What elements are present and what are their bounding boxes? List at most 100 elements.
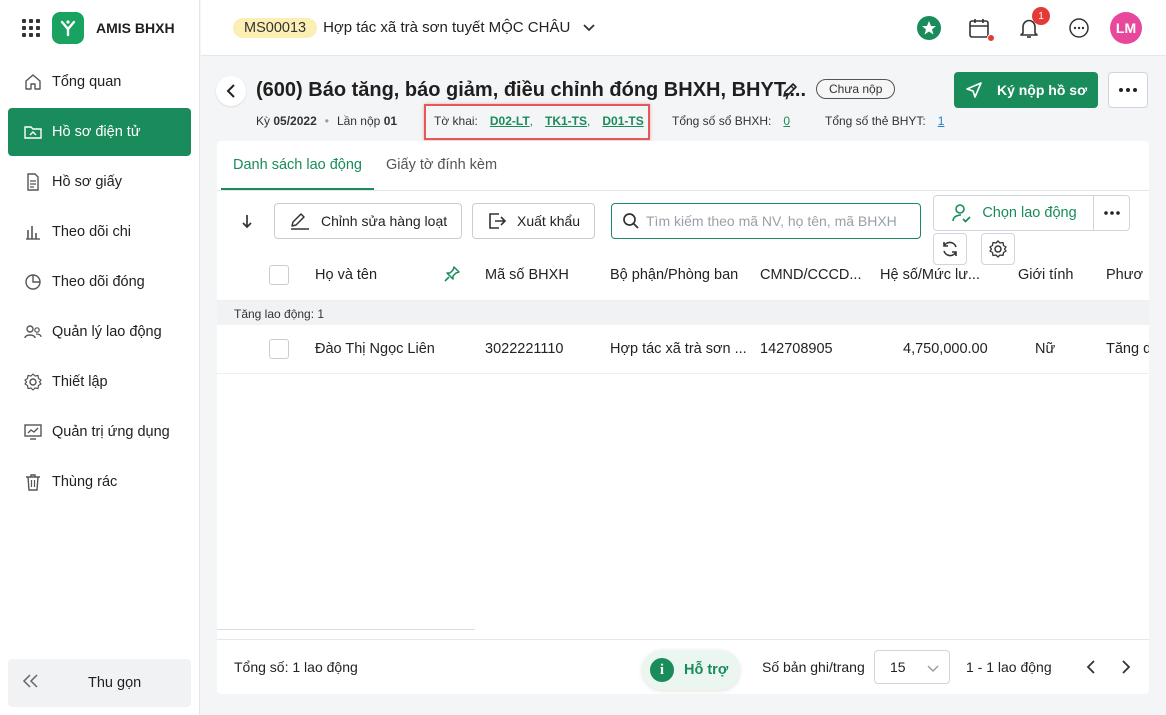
trash-icon [22,471,44,493]
sidebar-item-quan-tri-ung-dung[interactable]: Quản trị ứng dụng [8,408,191,456]
sidebar-item-label: Theo dõi đóng [52,274,145,290]
sidebar-item-theo-doi-dong[interactable]: Theo dõi đóng [8,258,191,306]
tab-bar: Danh sách lao động Giấy tờ đính kèm [217,141,1149,191]
export-button[interactable]: Xuất khẩu [472,203,596,239]
app-grid-icon[interactable] [22,19,40,37]
column-header-method[interactable]: Phươ [1106,267,1149,283]
user-check-icon [952,204,971,223]
bell-icon[interactable]: 1 [1016,7,1050,41]
group-row[interactable]: Tăng lao động: 1 [217,301,1149,325]
period-value: 05/2022 [273,114,317,128]
pie-chart-icon [22,271,44,293]
cell-name: Đào Thị Ngọc Liên [315,341,435,357]
total-count: Tổng số: 1 lao động [234,659,358,675]
tokhai-link[interactable]: D02-LT [490,114,530,128]
page-title: (600) Báo tăng, báo giảm, điều chỉnh đón… [256,79,807,101]
sidebar-item-label: Quản trị ứng dụng [52,424,170,440]
bhyt-count-label: Tổng số thẻ BHYT: [825,114,926,128]
top-bar: MS00013 Hợp tác xã trà sơn tuyết MỘC CHÂ… [201,0,1166,56]
column-header-salary[interactable]: Hệ số/Mức lư... [880,267,980,283]
row-checkbox[interactable] [269,339,289,359]
select-all-checkbox[interactable] [269,265,289,285]
collapse-label: Thu gọn [88,675,142,691]
table-row[interactable]: Đào Thị Ngọc Liên 3022221110 Hợp tác xã … [217,325,1149,374]
sidebar-item-quan-ly-lao-dong[interactable]: Quản lý lao động [8,308,191,356]
sidebar-item-tong-quan[interactable]: Tổng quan [8,58,191,106]
calendar-alert-dot [987,34,995,42]
horizontal-scrollbar[interactable] [217,629,475,630]
cell-id-number: 142708905 [760,341,833,357]
sidebar-item-theo-doi-chi[interactable]: Theo dõi chi [8,208,191,256]
column-header-name[interactable]: Họ và tên [315,267,377,283]
app-logo-icon [52,12,84,44]
chevron-down-icon [927,660,939,676]
app-name: AMIS BHXH [96,20,175,36]
sidebar-item-label: Hồ sơ điện tử [52,124,141,140]
tokhai-label: Tờ khai: [434,114,478,128]
sign-submit-button[interactable]: Ký nộp hồ sơ [954,72,1098,108]
sort-arrow-icon[interactable] [239,213,255,234]
sidebar-item-label: Thiết lập [52,374,108,390]
cell-gender: Nữ [1035,341,1056,357]
tokhai-link[interactable]: TK1-TS [545,114,587,128]
submit-value: 01 [383,114,398,128]
bhyt-count-link[interactable]: 1 [938,114,945,128]
cell-bhxh: 3022221110 [485,341,564,357]
calendar-icon[interactable] [966,15,995,42]
sidebar-item-label: Hồ sơ giấy [52,174,122,190]
chevron-right-icon [1122,660,1131,674]
info-icon: i [650,658,674,682]
double-chevron-left-icon [22,674,40,692]
search-box [611,203,921,239]
column-header-id-number[interactable]: CMND/CCCD... [760,267,862,283]
notification-badge: 1 [1032,7,1050,25]
tokhai-link[interactable]: D01-TS [602,114,643,128]
avatar[interactable]: LM [1110,12,1142,44]
page-range: 1 - 1 lao động [966,659,1052,675]
sidebar-item-label: Thùng rác [52,474,118,490]
pencil-icon[interactable] [780,80,800,103]
help-button[interactable]: i Hỗ trợ [642,650,740,690]
column-header-department[interactable]: Bộ phận/Phòng ban [610,267,738,283]
more-horizontal-icon [1119,88,1137,92]
star-badge-icon[interactable] [916,15,942,41]
choose-employee-more-button[interactable] [1093,195,1130,231]
chevron-down-icon[interactable] [582,20,596,36]
bulk-edit-label: Chỉnh sửa hàng loạt [321,213,448,229]
org-name[interactable]: Hợp tác xã trà sơn tuyết MỘC CHÂU [323,19,570,36]
sidebar-item-ho-so-giay[interactable]: Hồ sơ giấy [8,158,191,206]
tokhai-list: Tờ khai: D02-LT, TK1-TS, D01-TS [434,114,644,128]
table-header: Họ và tên Mã số BHXH Bộ phận/Phòng ban C… [217,251,1149,301]
per-page-select[interactable]: 15 [874,650,950,684]
prev-page-button[interactable] [1081,657,1101,677]
toolbar: Chỉnh sửa hàng loạt Xuất khẩu Chọn lao đ… [217,195,1149,265]
export-label: Xuất khẩu [517,213,581,229]
home-icon [22,71,44,93]
column-header-bhxh[interactable]: Mã số BHXH [485,267,569,283]
more-circle-icon[interactable] [1066,15,1092,41]
tab-giay-to-dinh-kem[interactable]: Giấy tờ đính kèm [374,141,509,190]
bulk-edit-button[interactable]: Chỉnh sửa hàng loạt [274,203,463,239]
bhxh-count-link[interactable]: 0 [783,114,790,128]
next-page-button[interactable] [1116,657,1136,677]
collapse-sidebar-button[interactable]: Thu gọn [8,659,191,707]
bhyt-count: Tổng số thẻ BHYT: 1 [825,114,944,128]
page-more-button[interactable] [1108,72,1148,108]
column-header-gender[interactable]: Giới tính [1018,267,1073,283]
back-button[interactable] [216,76,246,106]
users-icon [22,321,44,343]
sidebar-item-thiet-lap[interactable]: Thiết lập [8,358,191,406]
cell-salary: 4,750,000.00 [903,341,988,357]
search-input[interactable] [646,213,906,229]
sidebar-item-ho-so-dien-tu[interactable]: Hồ sơ điện tử [8,108,191,156]
tab-danh-sach-lao-dong[interactable]: Danh sách lao động [221,141,374,190]
bhxh-count-label: Tổng số sổ BHXH: [672,114,772,128]
pin-icon[interactable] [443,265,461,287]
status-badge: Chưa nộp [816,79,896,99]
monitor-chart-icon [22,421,44,443]
choose-employee-button[interactable]: Chọn lao động [933,195,1094,231]
submit-label: Lần nộp [336,114,381,128]
per-page-label: Số bản ghi/trang [762,659,865,675]
sidebar-item-thung-rac[interactable]: Thùng rác [8,458,191,506]
sign-submit-label: Ký nộp hồ sơ [996,82,1088,98]
